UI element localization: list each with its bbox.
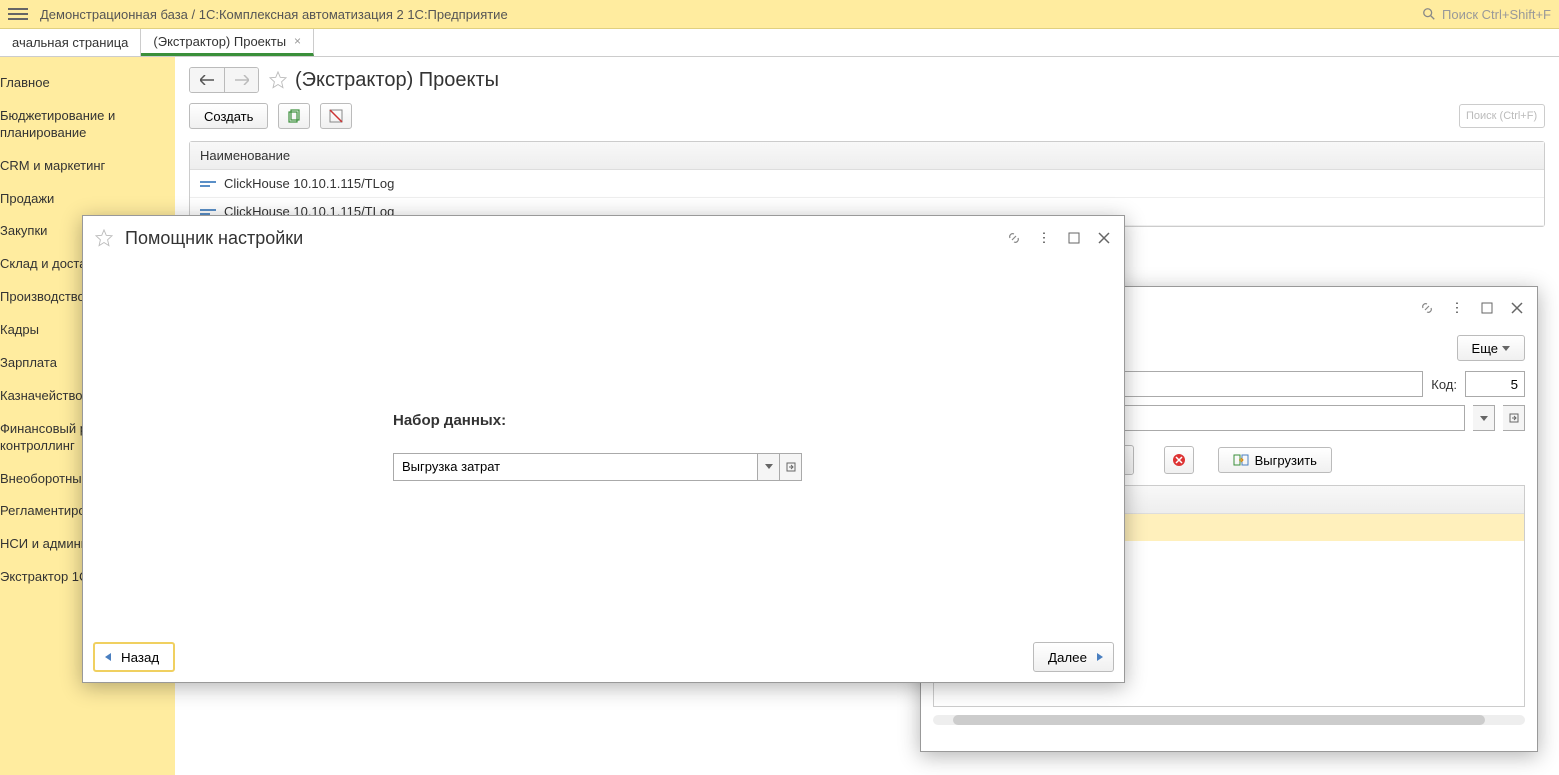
open-button[interactable]	[780, 453, 802, 481]
hamburger-icon[interactable]	[8, 4, 28, 24]
search-icon	[1422, 7, 1436, 21]
app-title: Демонстрационная база / 1С:Комплексная а…	[40, 7, 508, 22]
copy-button[interactable]	[278, 103, 310, 129]
close-icon[interactable]: ×	[294, 34, 301, 48]
delete-button[interactable]	[1164, 446, 1194, 474]
filter-icon	[328, 108, 344, 124]
sidebar-item[interactable]: Бюджетирование и планирование	[0, 100, 175, 150]
local-search[interactable]: Поиск (Ctrl+F)	[1459, 104, 1545, 128]
wizard-next-button[interactable]: Далее	[1033, 642, 1114, 672]
chevron-down-icon	[1502, 346, 1510, 351]
close-icon[interactable]	[1096, 230, 1112, 246]
code-label: Код:	[1431, 377, 1457, 392]
setup-wizard-dialog: Помощник настройки ⋮ Набор данных: Назад…	[82, 215, 1125, 683]
chevron-down-icon	[1480, 416, 1488, 421]
dropdown-button[interactable]	[1473, 405, 1495, 431]
code-field[interactable]	[1465, 371, 1525, 397]
global-search[interactable]: Поиск Ctrl+Shift+F	[1422, 7, 1551, 22]
filter-button[interactable]	[320, 103, 352, 129]
more-button[interactable]: Еще	[1457, 335, 1525, 361]
horizontal-scrollbar[interactable]	[933, 715, 1525, 725]
nav-buttons	[189, 67, 259, 93]
open-button[interactable]	[1503, 405, 1525, 431]
delete-icon	[1172, 453, 1186, 467]
close-icon[interactable]	[1509, 300, 1525, 316]
wizard-back-button[interactable]: Назад	[93, 642, 175, 672]
table-header: Наименование	[190, 142, 1544, 170]
more-icon[interactable]: ⋮	[1036, 230, 1052, 246]
more-icon[interactable]: ⋮	[1449, 300, 1465, 316]
maximize-icon[interactable]	[1066, 230, 1082, 246]
forward-button[interactable]	[224, 68, 258, 92]
sidebar-item[interactable]: CRM и маркетинг	[0, 150, 175, 183]
open-icon	[1509, 413, 1519, 423]
arrow-left-icon	[200, 75, 214, 85]
triangle-right-icon	[1095, 652, 1105, 662]
create-button[interactable]: Создать	[189, 103, 268, 129]
tabbar: ачальная страница (Экстрактор) Проекты ×	[0, 29, 1559, 57]
transfer-icon	[1233, 452, 1249, 468]
scrollbar-thumb[interactable]	[953, 715, 1485, 725]
export-button[interactable]: Выгрузить	[1218, 447, 1332, 473]
copy-icon	[286, 108, 302, 124]
tab-home[interactable]: ачальная страница	[0, 29, 141, 56]
item-icon	[200, 179, 216, 189]
dataset-input[interactable]	[393, 453, 758, 481]
global-search-placeholder: Поиск Ctrl+Shift+F	[1442, 7, 1551, 22]
dataset-label: Набор данных:	[393, 412, 506, 429]
maximize-icon[interactable]	[1479, 300, 1495, 316]
star-icon[interactable]	[269, 71, 287, 89]
triangle-left-icon	[103, 652, 113, 662]
back-button[interactable]	[190, 68, 224, 92]
chevron-down-icon	[765, 464, 773, 469]
arrow-right-icon	[235, 75, 249, 85]
sidebar-item[interactable]: Главное	[0, 67, 175, 100]
page-title: (Экстрактор) Проекты	[295, 69, 499, 92]
sidebar-item[interactable]: Продажи	[0, 183, 175, 216]
dropdown-button[interactable]	[758, 453, 780, 481]
table-row[interactable]: ClickHouse 10.10.1.115/TLog	[190, 170, 1544, 198]
link-icon[interactable]	[1419, 300, 1435, 316]
tab-projects[interactable]: (Экстрактор) Проекты ×	[141, 29, 314, 56]
wizard-title: Помощник настройки	[125, 228, 303, 249]
toolbar: Создать Поиск (Ctrl+F)	[189, 103, 1545, 129]
link-icon[interactable]	[1006, 230, 1022, 246]
open-icon	[786, 462, 796, 472]
titlebar: Демонстрационная база / 1С:Комплексная а…	[0, 0, 1559, 29]
star-icon[interactable]	[95, 229, 113, 247]
